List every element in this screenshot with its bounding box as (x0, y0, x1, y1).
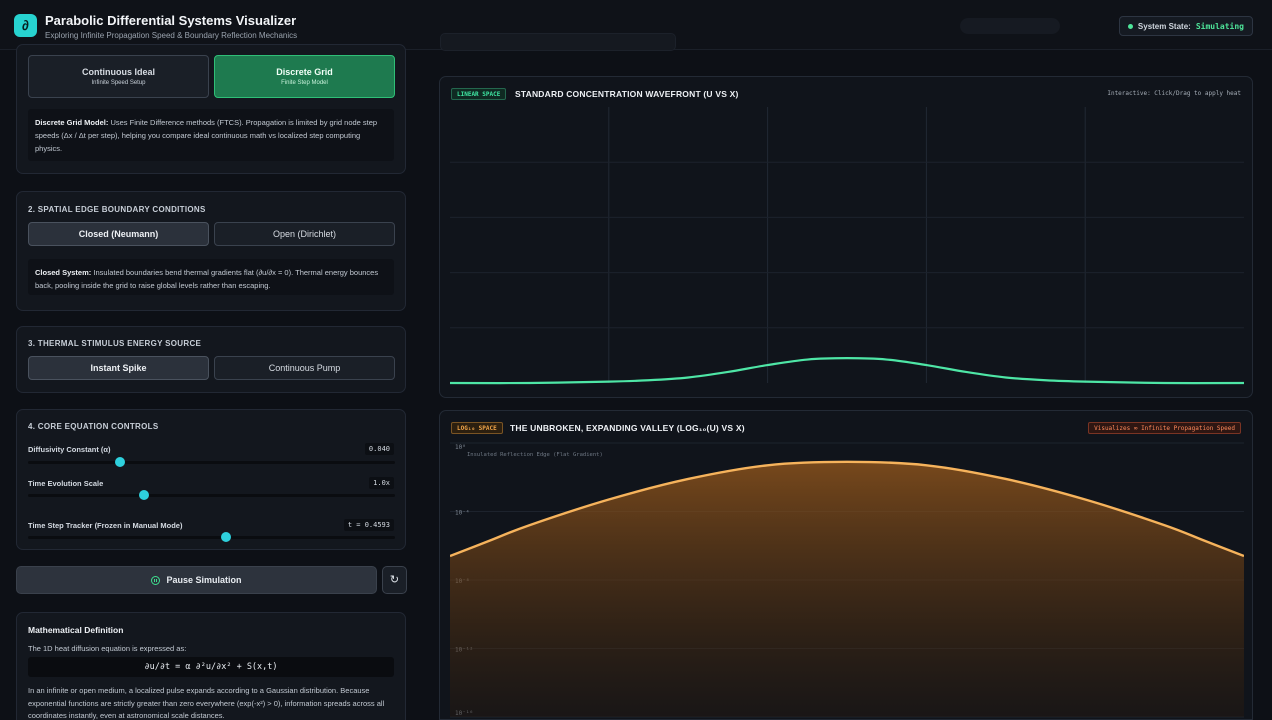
discrete-grid-label: Discrete Grid (276, 67, 333, 77)
boundary-info-box: Closed System: Insulated boundaries bend… (28, 259, 394, 295)
time-step-slider-handle[interactable] (221, 532, 232, 542)
model-card: Continuous Ideal Infinite Speed Setup Di… (16, 44, 406, 174)
status-label: System State: (1137, 21, 1191, 31)
linear-chart-title: STANDARD CONCENTRATION WAVEFRONT (U VS X… (515, 89, 739, 99)
model-info-heading: Discrete Grid Model: (35, 118, 109, 127)
header-blur-region (960, 18, 1060, 34)
app-logo-icon: ∂ (14, 14, 37, 37)
time-scale-label: Time Evolution Scale (28, 479, 104, 488)
pause-icon (151, 575, 161, 585)
log-valley-area (450, 461, 1244, 717)
reset-button[interactable]: ↻ (382, 566, 407, 594)
log-chart-title: THE UNBROKEN, EXPANDING VALLEY (LOG₁₀(U)… (510, 423, 745, 433)
pause-simulation-button[interactable]: Pause Simulation (16, 566, 377, 594)
system-status-badge: System State: Simulating (1118, 16, 1253, 36)
linear-chart-plot[interactable] (450, 105, 1244, 389)
log-chart-card: LOG₁₀ SPACE THE UNBROKEN, EXPANDING VALL… (439, 410, 1253, 720)
boundary-info-heading: Closed System: (35, 268, 92, 277)
diffusivity-value: 0.040 (364, 443, 394, 455)
infinite-speed-badge: Visualizes ∞ Infinite Propagation Speed (1088, 422, 1241, 434)
control-panel: Continuous Ideal Infinite Speed Setup Di… (16, 44, 408, 720)
controls-card: 4. CORE EQUATION CONTROLS Diffusivity Co… (16, 409, 406, 550)
status-dot-icon (1127, 23, 1133, 29)
time-step-label: Time Step Tracker (Frozen in Manual Mode… (28, 521, 183, 530)
diffusivity-slider-handle[interactable] (114, 457, 125, 467)
math-explanation: In an infinite or open medium, a localiz… (28, 686, 385, 720)
discrete-grid-button[interactable]: Discrete Grid Finite Step Model (214, 55, 395, 98)
discrete-grid-sublabel: Finite Step Model (281, 80, 328, 86)
diffusivity-label: Diffusivity Constant (α) (28, 445, 111, 454)
boundary-card: 2. SPATIAL EDGE BOUNDARY CONDITIONS Clos… (16, 191, 406, 311)
linear-chart-hint: Interactive: Click/Drag to apply heat (1107, 90, 1241, 97)
view-tabs-blurred (440, 33, 676, 51)
closed-neumann-button[interactable]: Closed (Neumann) (28, 222, 209, 246)
diffusivity-slider[interactable] (28, 457, 395, 467)
continuous-ideal-sublabel: Infinite Speed Setup (91, 80, 146, 86)
time-step-slider[interactable] (28, 532, 395, 542)
math-definition-card: Mathematical Definition The 1D heat diff… (16, 612, 406, 720)
source-section-title: 3. THERMAL STIMULUS ENERGY SOURCE (28, 339, 202, 348)
app-title: Parabolic Differential Systems Visualize… (45, 13, 297, 28)
time-scale-slider-handle[interactable] (138, 490, 149, 500)
log-space-tag: LOG₁₀ SPACE (451, 422, 503, 434)
status-value: Simulating (1195, 21, 1244, 31)
log-chart-plot: 10⁰10⁻⁴10⁻⁸10⁻¹²10⁻¹⁶Insulated Reflectio… (450, 442, 1244, 718)
linear-wavefront-line (450, 357, 1244, 385)
open-dirichlet-button[interactable]: Open (Dirichlet) (214, 222, 395, 246)
continuous-pump-button[interactable]: Continuous Pump (214, 356, 395, 380)
model-info-box: Discrete Grid Model: Uses Finite Differe… (28, 109, 394, 161)
continuous-ideal-button[interactable]: Continuous Ideal Infinite Speed Setup (28, 55, 209, 98)
pause-simulation-label: Pause Simulation (166, 575, 242, 585)
continuous-ideal-label: Continuous Ideal (82, 67, 155, 77)
math-intro: The 1D heat diffusion equation is expres… (28, 644, 187, 653)
controls-section-title: 4. CORE EQUATION CONTROLS (28, 422, 159, 431)
time-scale-value: 1.0x (369, 477, 394, 489)
linear-chart-card: LINEAR SPACE STANDARD CONCENTRATION WAVE… (439, 76, 1253, 398)
source-card: 3. THERMAL STIMULUS ENERGY SOURCE Instan… (16, 326, 406, 393)
instant-spike-button[interactable]: Instant Spike (28, 356, 209, 380)
log-y-tick-0: 10⁰ (455, 444, 466, 451)
math-title: Mathematical Definition (28, 625, 124, 635)
boundary-section-title: 2. SPATIAL EDGE BOUNDARY CONDITIONS (28, 205, 206, 214)
reflection-edge-annotation: Insulated Reflection Edge (Flat Gradient… (467, 452, 603, 458)
time-scale-slider[interactable] (28, 490, 395, 500)
linear-space-tag: LINEAR SPACE (451, 88, 507, 100)
log-y-tick-1: 10⁻⁴ (455, 510, 469, 517)
app-subtitle: Exploring Infinite Propagation Speed & B… (45, 31, 298, 40)
heat-equation: ∂u/∂t = α ∂²u/∂x² + S(x,t) (28, 657, 394, 677)
time-step-value: t = 0.4593 (343, 519, 394, 531)
